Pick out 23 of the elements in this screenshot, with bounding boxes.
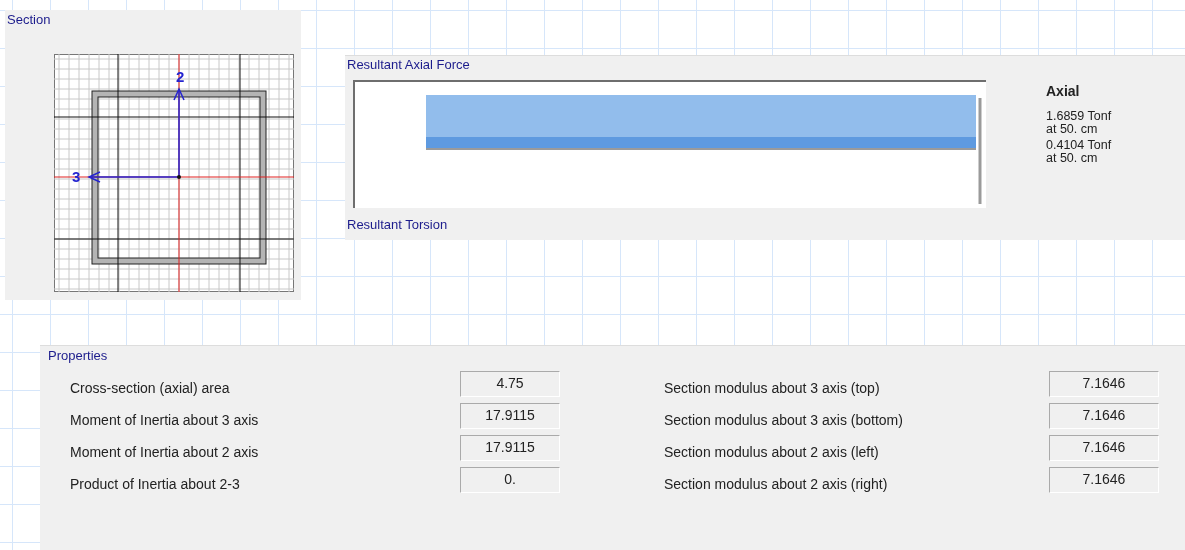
legend-title: Axial: [1046, 83, 1081, 99]
panel-title: Resultant Axial Force: [347, 57, 471, 72]
property-value-field: 17.9115: [460, 435, 560, 461]
property-value-field: 0.: [460, 467, 560, 493]
property-value-field: 7.1646: [1049, 403, 1159, 429]
property-label: Section modulus about 3 axis (bottom): [664, 411, 904, 428]
force-reading: 1.6859 Tonf at 50. cm: [1046, 110, 1112, 136]
property-label: Moment of Inertia about 2 axis: [70, 443, 260, 460]
property-value-field: 7.1646: [1049, 467, 1159, 493]
property-label: Section modulus about 3 axis (top): [664, 379, 881, 396]
panel-title: Resultant Torsion: [347, 217, 449, 232]
force-reading: 0.4104 Tonf at 50. cm: [1046, 139, 1112, 165]
property-label: Section modulus about 2 axis (right): [664, 475, 889, 492]
property-label: Product of Inertia about 2-3: [70, 475, 241, 492]
panel-title: Properties: [48, 348, 109, 363]
property-label: Section modulus about 2 axis (left): [664, 443, 880, 460]
panel-title: Section: [7, 12, 52, 27]
property-label: Cross-section (axial) area: [70, 379, 231, 396]
property-label: Moment of Inertia about 3 axis: [70, 411, 260, 428]
property-value-field: 17.9115: [460, 403, 560, 429]
property-value-field: 7.1646: [1049, 371, 1159, 397]
property-value-field: 7.1646: [1049, 435, 1159, 461]
property-value-field: 4.75: [460, 371, 560, 397]
